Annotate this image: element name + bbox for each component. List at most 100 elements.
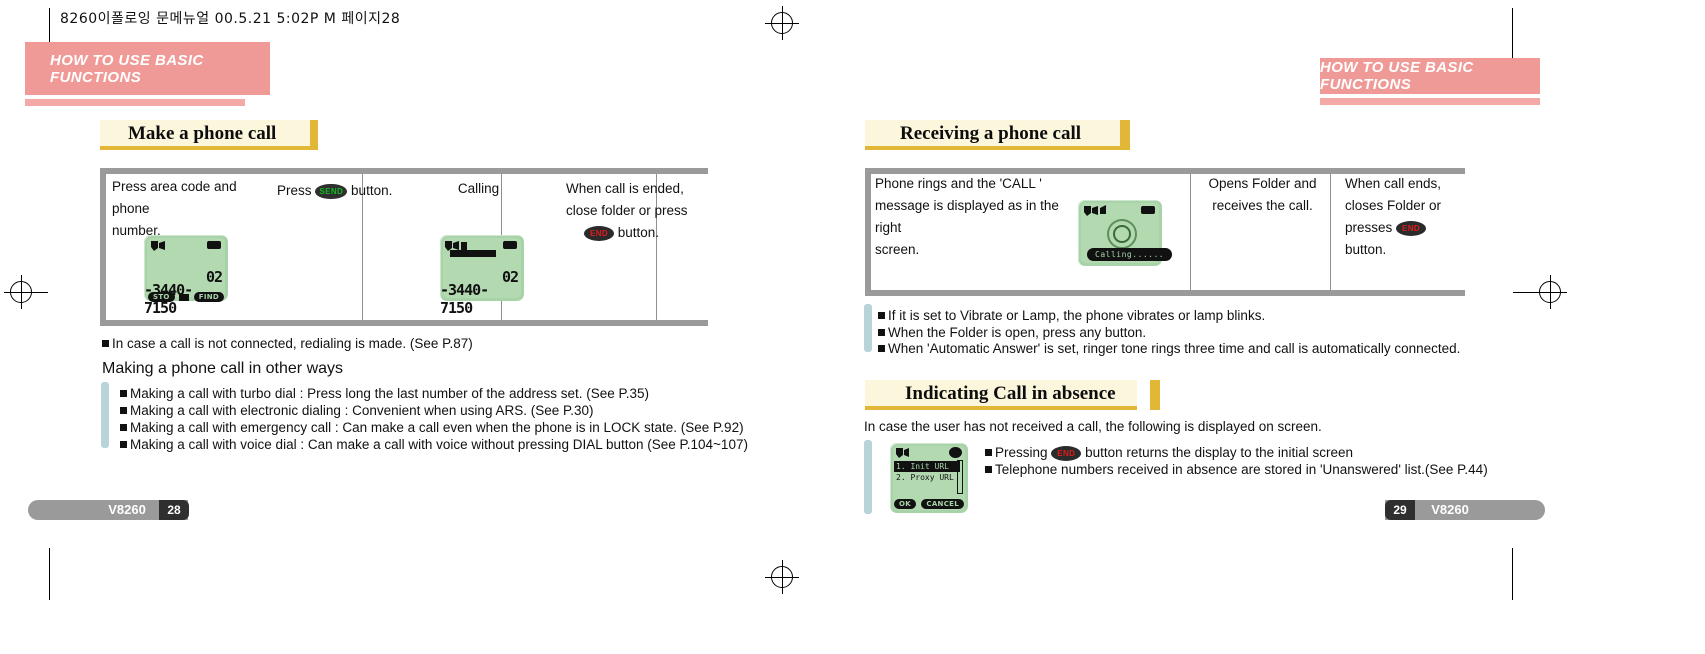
bullet-right-5: Telephone numbers received in absence ar… — [985, 459, 1488, 480]
crop-line-left-bottom — [49, 548, 50, 600]
registration-mark-bottom — [765, 560, 799, 594]
softkey-ok: OK — [894, 499, 916, 509]
bullet-right-1-text: If it is set to Vibrate or Lamp, the pho… — [888, 308, 1266, 323]
flow-cell-right-2: Opens Folder and receives the call. — [1195, 173, 1330, 217]
section-heading-make-a-phone-call: Make a phone call — [100, 120, 325, 152]
bullet-right-3: When 'Automatic Answer' is set, ringer t… — [878, 338, 1460, 359]
section-title-left: Make a phone call — [128, 123, 277, 144]
flow-cell-left-1-text1: Press area code and phone — [112, 179, 237, 216]
bullet-square-icon — [878, 312, 885, 319]
bullet-right-3-text: When 'Automatic Answer' is set, ringer t… — [888, 341, 1461, 356]
lcd-menu-item-1: 1. Init URL — [894, 461, 960, 472]
crop-line-right-bottom — [1512, 548, 1513, 600]
bullet-square-icon — [878, 345, 885, 352]
flow-cell-right-3-text1: When call ends, — [1345, 176, 1442, 191]
intro-right: In case the user has not received a call… — [864, 419, 1322, 434]
section-heading-left-endtab — [310, 120, 318, 150]
flow-cell-left-4: When call is ended, close folder or pres… — [566, 178, 706, 244]
chapter-banner-left: HOW TO USE BASIC FUNCTIONS — [25, 42, 270, 95]
flow-cell-right-1: Phone rings and the 'CALL ' message is d… — [875, 173, 1085, 261]
envelope-icon — [179, 293, 190, 301]
flow-cell-left-2-post: button. — [351, 183, 393, 198]
bullet-left-3-text: Making a call with emergency call : Can … — [130, 420, 744, 435]
page-slug: 8260이폴로잉 문메뉴얼 00.5.21 5:02P M 페이지28 — [60, 11, 401, 27]
bullet-square-icon — [120, 441, 127, 448]
flow-cell-left-4-post: button. — [617, 225, 660, 240]
phone-lcd-incoming-call: Calling...... — [1078, 200, 1173, 266]
accent-bar-left — [101, 382, 109, 448]
chapter-banner-right-rule — [1320, 98, 1540, 105]
section-heading-receiving-a-phone-call: Receiving a phone call — [865, 120, 1135, 152]
subheading-left: Making a phone call in other ways — [102, 360, 344, 377]
note-left-text: In case a call is not connected, rediali… — [112, 336, 473, 351]
flow-cell-left-2-pre: Press — [277, 183, 312, 198]
section-heading-right-endtab — [1120, 120, 1130, 150]
flow-cell-left-3: Calling — [401, 178, 556, 200]
bullet-square-icon — [878, 329, 885, 336]
chapter-banner-left-rule — [25, 99, 245, 106]
battery-icon-1 — [207, 241, 221, 249]
end-key-icon-1: END — [584, 225, 614, 241]
flow-cell-left-1-line1: Press area code and phone number. — [112, 176, 262, 242]
crop-line-right-top — [1512, 8, 1513, 60]
phone-lcd-calling-number: 02 -3440-7150 — [440, 235, 524, 317]
bullet-square-icon — [120, 424, 127, 431]
chapter-banner-right: HOW TO USE BASIC FUNCTIONS — [1320, 58, 1540, 94]
registration-mark-right — [1533, 275, 1567, 309]
phone-lcd-dial-number: 02 -3440-7150 STO FIND — [144, 235, 228, 317]
flow-cell-right-1-text1: Phone rings and the 'CALL ' — [875, 176, 1042, 191]
flow-cell-right-3-pre: presses — [1345, 220, 1393, 235]
flow-cell-right-3: When call ends, closes Folder or presses… — [1345, 173, 1465, 261]
bullet-right-4-pre: Pressing — [995, 445, 1048, 460]
bullet-square-icon — [120, 390, 127, 397]
bullet-left-4: Making a call with voice dial : Can make… — [120, 434, 748, 455]
status-strip-icon — [450, 250, 496, 257]
lcd-menu-item-2: 2. Proxy URL — [896, 473, 954, 482]
bullet-square-icon — [985, 466, 992, 473]
bullet-right-5-text: Telephone numbers received in absence ar… — [995, 462, 1488, 477]
footer-model-right: V8260 — [1431, 502, 1469, 517]
flow-cell-right-3-text2: closes Folder or — [1345, 198, 1442, 213]
flow-cell-left-4-text2: close folder or press — [566, 203, 688, 218]
bullet-square-icon — [120, 407, 127, 414]
lcd-calling-label: Calling...... — [1087, 248, 1173, 261]
section-heading-right2-endtab — [1150, 380, 1160, 410]
bullet-square-icon — [985, 449, 992, 456]
accent-bar-right-2 — [864, 440, 872, 514]
softkey-find: FIND — [193, 292, 224, 302]
note-left: In case a call is not connected, rediali… — [102, 333, 473, 354]
chapter-banner-right-label: HOW TO USE BASIC FUNCTIONS — [1320, 59, 1474, 93]
lcd-softkey-row-1: STO FIND — [148, 292, 224, 302]
end-key-icon-2: END — [1396, 220, 1427, 236]
bullet-left-4-text: Making a call with voice dial : Can make… — [130, 437, 748, 452]
bullet-left-2-text: Making a call with electronic dialing : … — [130, 403, 594, 418]
incoming-call-ring-inner-icon — [1113, 225, 1131, 243]
section-title-right-2: Indicating Call in absence — [905, 383, 1116, 404]
section-title-right: Receiving a phone call — [900, 123, 1082, 144]
lcd-softkey-row-2: OK CANCEL — [894, 499, 964, 509]
bullet-right-4-post: button returns the display to the initia… — [1085, 445, 1353, 460]
softkey-sto: STO — [148, 292, 175, 302]
signal-bars-icon-4 — [896, 448, 909, 458]
bullet-square-icon — [102, 340, 109, 347]
signal-bars-icon-1 — [151, 241, 165, 251]
registration-mark-top — [765, 6, 799, 40]
lcd-scrollbar — [957, 460, 963, 494]
flow-cell-left-4-text1: When call is ended, — [566, 181, 684, 196]
battery-icon-3 — [1141, 206, 1155, 214]
flow-cell-right-3-post: button. — [1345, 242, 1387, 257]
registration-mark-left — [4, 275, 38, 309]
footer-model-left: V8260 — [108, 502, 146, 517]
flow-cell-right-1-text2: message is displayed as in the right — [875, 198, 1059, 235]
flow-cell-right-2-text1: Opens Folder and — [1208, 176, 1317, 191]
lcd2-number-line2: -3440-7150 — [440, 281, 489, 317]
send-key-icon: SEND — [315, 183, 348, 199]
flow-cell-right-2-text2: receives the call. — [1212, 198, 1313, 213]
flow-cell-right-1-text3: screen. — [875, 242, 920, 257]
accent-bar-right-1 — [864, 304, 872, 352]
phone-lcd-unanswered-menu: 1. Init URL 2. Proxy URL OK CANCEL — [890, 443, 968, 513]
battery-icon-2 — [503, 241, 517, 249]
section-heading-indicating-call-in-absence: Indicating Call in absence — [865, 380, 1165, 412]
battery-icon-4 — [949, 447, 962, 458]
footer-page-left: 28 — [159, 500, 189, 520]
